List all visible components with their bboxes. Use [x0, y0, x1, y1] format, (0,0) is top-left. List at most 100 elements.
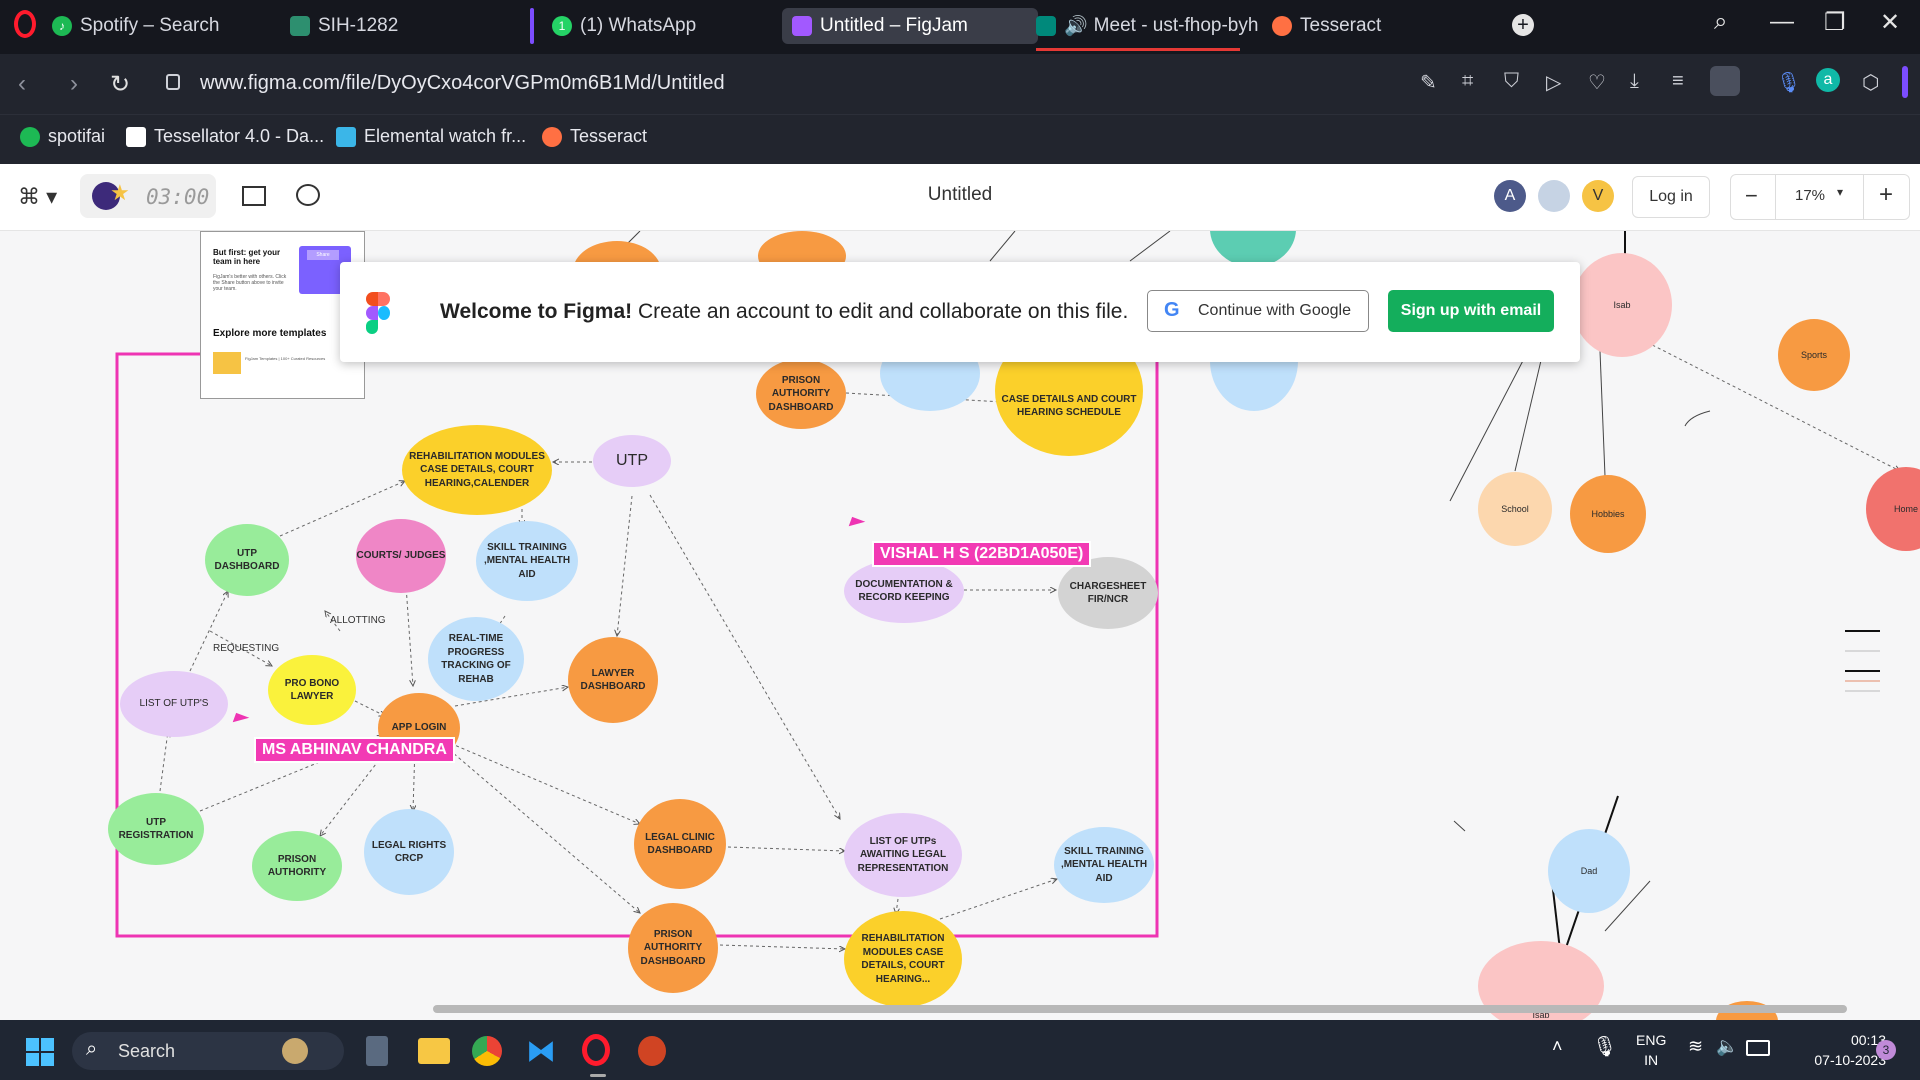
avatar[interactable]: A	[1494, 180, 1526, 212]
camera-icon[interactable]: ⌗	[1462, 70, 1473, 93]
node-prison-authority[interactable]: PRISON AUTHORITY	[252, 831, 342, 901]
microphone-icon[interactable]: 🎙	[1592, 1034, 1617, 1059]
node-rehab-top[interactable]: REHABILITATION MODULES CASE DETAILS, COU…	[402, 425, 552, 515]
download-icon[interactable]: ⤓	[1630, 70, 1639, 93]
timer-widget[interactable]: ★ 03:00	[80, 174, 216, 218]
node-isab[interactable]: Isab	[1572, 253, 1672, 357]
battery-icon[interactable]	[1746, 1040, 1770, 1056]
node-skill-training-bottom[interactable]: SKILL TRAINING ,MENTAL HEALTH AID	[1054, 827, 1154, 903]
chevron-up-icon[interactable]: ˄	[1552, 1036, 1563, 1057]
node-sports[interactable]: Sports	[1778, 319, 1850, 391]
node-utp-dashboard[interactable]: UTP DASHBOARD	[205, 524, 289, 596]
bookmark-tessellator[interactable]: Tessellator 4.0 - Da...	[126, 126, 324, 147]
node-legal-rights[interactable]: LEGAL RIGHTS CRCP	[364, 809, 454, 895]
node-hobbies[interactable]: Hobbies	[1570, 475, 1646, 553]
node-prison-dashboard-top[interactable]: PRISON AUTHORITY DASHBOARD	[756, 359, 846, 429]
template-item-label[interactable]: FigJam Templates | 100+ Curated Resource…	[245, 356, 355, 361]
wifi-icon[interactable]: ≋	[1688, 1036, 1703, 1057]
zoom-out-button[interactable]: −	[1745, 183, 1758, 209]
bookmark-spotifai[interactable]: spotifai	[20, 126, 105, 147]
figma-menu-icon[interactable]: ⌘ ▾	[18, 184, 57, 210]
restore-icon[interactable]: ❐	[1824, 8, 1846, 37]
node-utp[interactable]: UTP	[593, 435, 671, 487]
back-icon[interactable]: ‹	[18, 70, 26, 98]
chrome-icon[interactable]	[472, 1036, 502, 1066]
cube-icon[interactable]: ⬡	[1862, 70, 1879, 95]
welcome-banner: Welcome to Figma! Create an account to e…	[340, 262, 1580, 362]
new-tab-icon[interactable]: +	[1512, 14, 1534, 36]
node-lawyer-dashboard[interactable]: LAWYER DASHBOARD	[568, 637, 658, 723]
send-icon[interactable]: ▷	[1546, 70, 1561, 95]
login-button[interactable]: Log in	[1632, 176, 1710, 218]
node-label: REHABILITATION MODULES CASE DETAILS, COU…	[861, 933, 945, 985]
edit-icon[interactable]: ✎	[1420, 70, 1437, 95]
node-rehab-bottom[interactable]: REHABILITATION MODULES CASE DETAILS, COU…	[844, 911, 962, 1007]
search-tabs-icon[interactable]: ⌕	[1714, 8, 1727, 36]
bookmark-elemental[interactable]: Elemental watch fr...	[336, 126, 526, 147]
canvas-scrollbar[interactable]	[433, 1005, 1847, 1013]
node-skill-training-top[interactable]: SKILL TRAINING ,MENTAL HEALTH AID	[476, 521, 578, 601]
node-prison-dashboard[interactable]: PRISON AUTHORITY DASHBOARD	[628, 903, 718, 993]
vscode-icon[interactable]: ⧓	[526, 1034, 556, 1069]
powerpoint-icon[interactable]	[638, 1036, 666, 1066]
forward-icon[interactable]: ›	[70, 70, 78, 98]
shield-icon[interactable]: ⛉	[1504, 70, 1519, 93]
minimize-icon[interactable]: —	[1770, 8, 1794, 36]
node-realtime-tracking[interactable]: REAL-TIME PROGRESS TRACKING OF REHAB	[428, 617, 524, 701]
bookmark-tesseract[interactable]: Tesseract	[542, 126, 647, 147]
share-button[interactable]: Share	[307, 250, 339, 260]
heart-icon[interactable]: ♡	[1588, 70, 1606, 95]
tab-spotify[interactable]: ♪ Spotify – Search	[52, 8, 219, 44]
search-label: Search	[118, 1041, 176, 1061]
layout-icon[interactable]	[242, 186, 266, 206]
tab-meet[interactable]: 🔊 Meet - ust-fhop-byh	[1036, 8, 1258, 44]
node-label: LIST OF UTP'S	[139, 698, 209, 710]
opera-icon[interactable]	[582, 1034, 610, 1066]
node-list-awaiting[interactable]: LIST OF UTPs AWAITING LEGAL REPRESENTATI…	[844, 813, 962, 897]
tab-figjam[interactable]: Untitled – FigJam	[782, 8, 1038, 44]
zoom-level[interactable]: 17%	[1795, 187, 1825, 204]
node-label: CHARGESHEET FIR/NCR	[1069, 580, 1147, 606]
opera-logo-icon[interactable]	[14, 10, 36, 38]
notification-badge[interactable]: 3	[1876, 1040, 1896, 1060]
node-label: CASE DETAILS AND COURT HEARING SCHEDULE	[1001, 393, 1137, 419]
taskbar-search[interactable]: ⌕ Search	[72, 1032, 344, 1070]
avatar-photo[interactable]	[1538, 180, 1570, 212]
lock-icon[interactable]	[166, 74, 180, 90]
tab-whatsapp[interactable]: 1 (1) WhatsApp	[552, 8, 696, 44]
menu-icon[interactable]: ≡	[1672, 70, 1684, 93]
clock[interactable]: 00:13 07-10-2023	[1790, 1030, 1886, 1070]
continue-google-button[interactable]: G Continue with Google	[1147, 290, 1369, 332]
node-legal-clinic[interactable]: LEGAL CLINIC DASHBOARD	[634, 799, 726, 889]
figma-icon	[792, 16, 812, 36]
welcome-bold: Welcome to Figma!	[440, 300, 633, 323]
language-indicator[interactable]: ENG IN	[1636, 1030, 1666, 1070]
node-utp-registration[interactable]: UTP REGISTRATION	[108, 793, 204, 865]
file-explorer-icon[interactable]	[418, 1038, 450, 1064]
node-pro-bono[interactable]: PRO BONO LAWYER	[268, 655, 356, 725]
reload-icon[interactable]: ↻	[110, 70, 130, 99]
node-courts-judges[interactable]: COURTS/ JUDGES	[356, 519, 446, 593]
tab-sih[interactable]: SIH-1282	[290, 8, 398, 44]
chevron-down-icon[interactable]: ▾	[1837, 185, 1843, 199]
signup-email-button[interactable]: Sign up with email	[1388, 290, 1554, 332]
node-list-utps[interactable]: LIST OF UTP'S	[120, 671, 228, 737]
node-school[interactable]: School	[1478, 472, 1552, 546]
node-dad[interactable]: Dad	[1548, 829, 1630, 913]
microphone-icon[interactable]: 🎙	[1776, 70, 1801, 95]
calculator-icon[interactable]	[366, 1036, 388, 1066]
extension-a-icon[interactable]: a	[1816, 68, 1840, 92]
zoom-in-button[interactable]: +	[1879, 181, 1893, 209]
tab-tesseract[interactable]: Tesseract	[1272, 8, 1381, 44]
avatar[interactable]: V	[1582, 180, 1614, 212]
volume-icon[interactable]: 🔈	[1716, 1036, 1738, 1057]
node-documentation[interactable]: DOCUMENTATION & RECORD KEEPING	[844, 559, 964, 623]
node-chargesheet[interactable]: CHARGESHEET FIR/NCR	[1058, 557, 1158, 629]
url-field[interactable]: www.figma.com/file/DyOyCxo4corVGPm0m6B1M…	[200, 72, 725, 95]
close-icon[interactable]: ✕	[1880, 8, 1900, 37]
comment-icon[interactable]	[296, 184, 320, 206]
profile-icon[interactable]	[1710, 66, 1740, 96]
template-thumbnail[interactable]	[213, 352, 241, 374]
windows-start-icon[interactable]	[26, 1038, 54, 1066]
sidebar-toggle[interactable]	[1902, 66, 1908, 98]
